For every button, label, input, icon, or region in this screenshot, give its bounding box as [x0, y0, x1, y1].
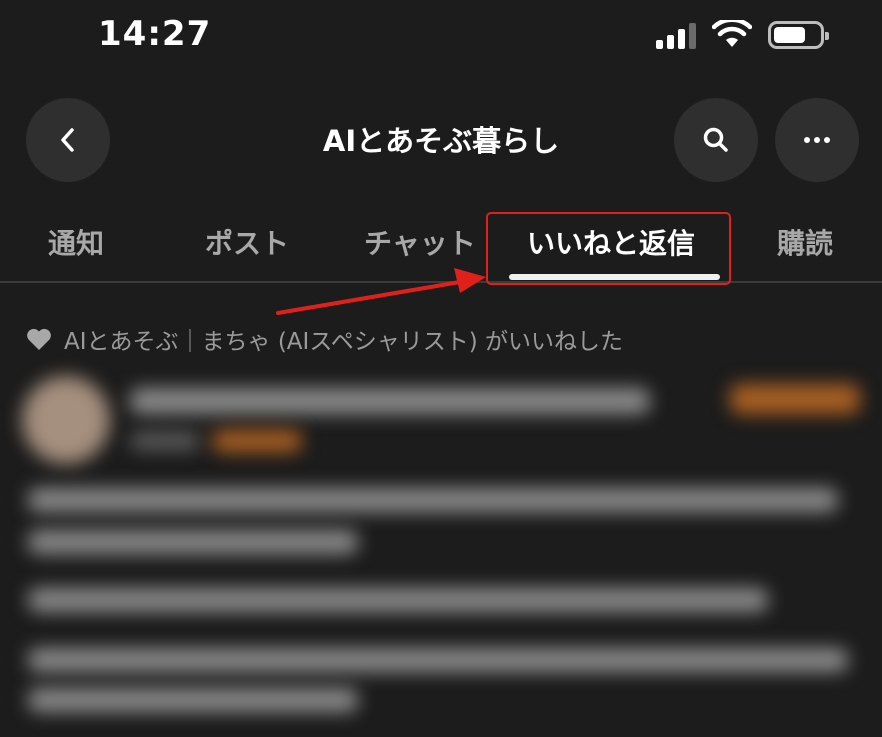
page-title: AIとあそぶ暮らし — [322, 124, 560, 158]
tab-subscriptions[interactable]: 購読 — [777, 222, 833, 262]
avatar — [22, 376, 110, 464]
tab-bar: 通知 ポスト チャット いいねと返信 購読 — [0, 206, 882, 282]
liked-by-row[interactable]: AIとあそぶ｜まちゃ (AIスペシャリスト) がいいねした — [26, 322, 623, 356]
blurred-badge — [212, 430, 302, 452]
battery-fill — [774, 27, 805, 43]
status-icons — [656, 20, 829, 50]
blurred-meta — [130, 432, 200, 450]
battery-icon — [768, 21, 829, 49]
blurred-author-name — [130, 388, 650, 414]
tab-posts[interactable]: ポスト — [205, 222, 289, 262]
blurred-text-line — [28, 648, 848, 672]
tab-divider — [0, 281, 882, 283]
blurred-post[interactable] — [0, 366, 882, 737]
search-button[interactable] — [674, 98, 758, 182]
ellipsis-icon — [804, 137, 830, 143]
cellular-signal-icon — [656, 21, 696, 49]
search-icon — [703, 127, 728, 152]
blurred-text-line — [28, 588, 768, 612]
highlight-box — [486, 212, 731, 285]
tab-chat[interactable]: チャット — [364, 222, 476, 262]
more-options-button[interactable] — [775, 98, 859, 182]
blurred-follow-button — [730, 384, 860, 414]
blurred-text-line — [28, 488, 838, 512]
tab-notifications[interactable]: 通知 — [48, 222, 104, 262]
status-time: 14:27 — [98, 14, 212, 54]
back-button[interactable] — [26, 98, 110, 182]
heart-icon — [27, 328, 51, 350]
screen: 14:27 AIとあそぶ暮らし 通知 ポスト チャット いいねと返信 購読 AI… — [0, 0, 882, 737]
wifi-icon — [712, 20, 752, 47]
chevron-left-icon — [61, 128, 74, 152]
blurred-text-line — [28, 688, 358, 712]
blurred-text-line — [28, 530, 358, 554]
liked-by-text: AIとあそぶ｜まちゃ (AIスペシャリスト) がいいねした — [64, 329, 623, 355]
